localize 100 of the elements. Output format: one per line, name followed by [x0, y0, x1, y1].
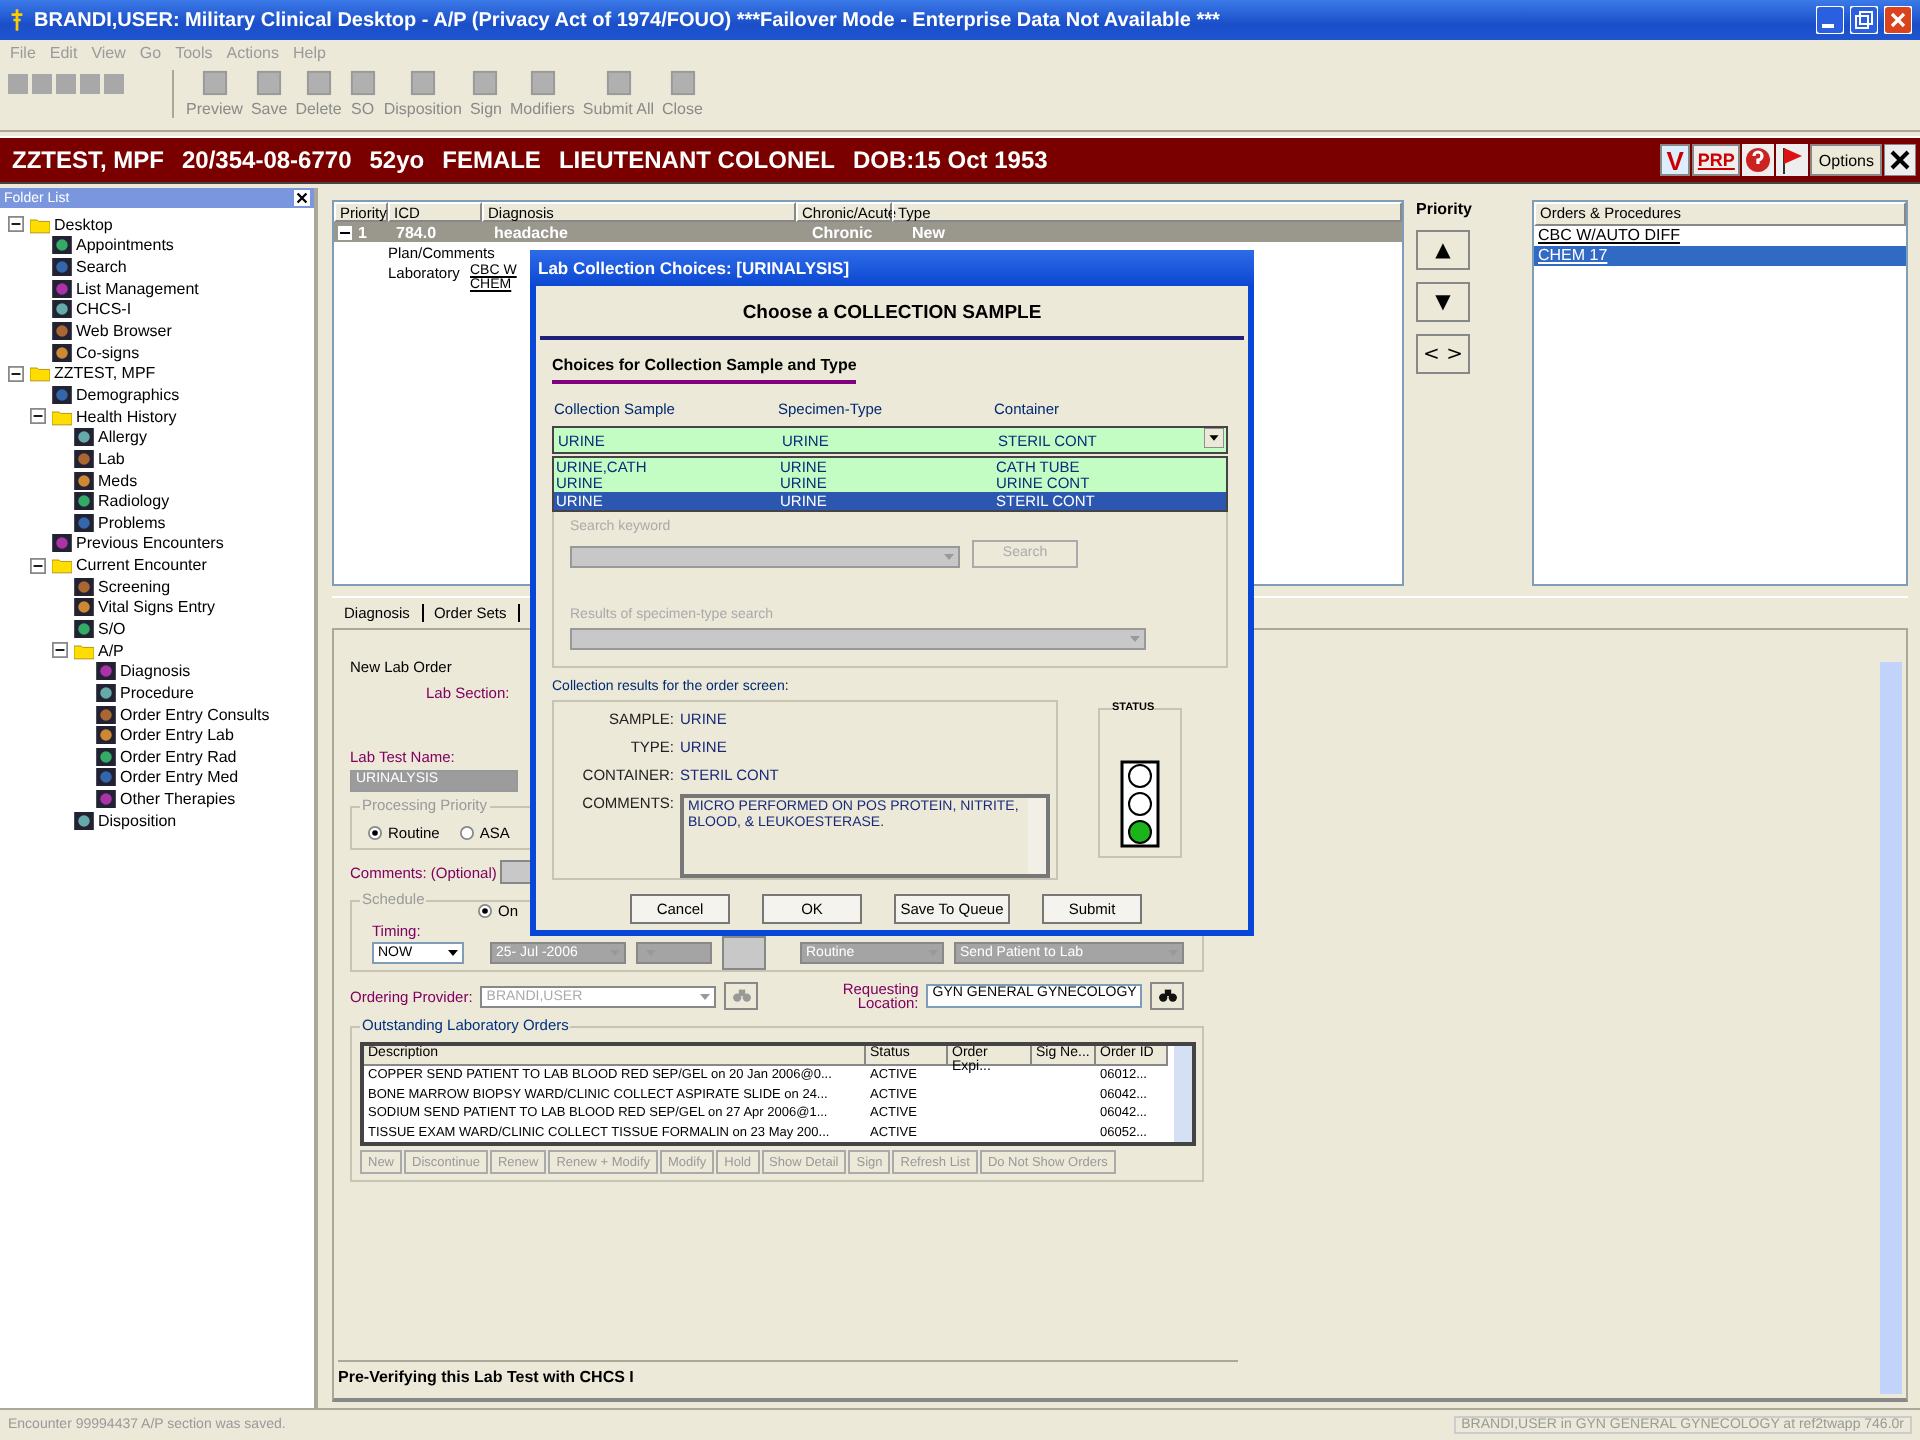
close-icon[interactable]	[294, 190, 310, 206]
thumbnail-icon	[52, 236, 72, 255]
tree-item[interactable]: Order Entry Consults	[120, 705, 270, 724]
dialog-heading: Choose a COLLECTION SAMPLE	[540, 286, 1244, 340]
tree-item[interactable]: S/O	[98, 619, 126, 638]
binoculars-icon	[731, 988, 752, 1004]
thumbnail-icon	[74, 449, 94, 468]
thumbnail-icon	[74, 811, 94, 830]
tree-item[interactable]: Desktop	[54, 215, 113, 234]
thumbnail-icon	[96, 790, 116, 809]
thumbnail-icon	[74, 598, 94, 617]
order-item[interactable]: CHEM 17	[1534, 246, 1906, 266]
thumbnail-icon	[96, 726, 116, 745]
patient-id: 20/354-08-6770	[182, 146, 352, 174]
dropdown-icon	[1204, 428, 1224, 448]
patient-rank: LIEUTENANT COLONEL	[558, 146, 835, 174]
thumbnail-icon	[52, 258, 72, 277]
tree-item[interactable]: Lab	[98, 449, 125, 468]
minimize-button[interactable]	[1816, 6, 1844, 34]
tree-item[interactable]: Disposition	[98, 811, 177, 830]
tree-item[interactable]: CHCS-I	[76, 300, 132, 319]
table-cell-text: New	[910, 223, 947, 241]
priority-button[interactable]: ▲	[1416, 230, 1470, 270]
thumbnail-icon	[96, 683, 116, 702]
restore-button[interactable]	[1850, 6, 1878, 34]
tree-item[interactable]: Current Encounter	[76, 556, 207, 575]
thumbnail-icon	[74, 492, 94, 511]
options-button[interactable]: Options	[1810, 144, 1882, 176]
expander-icon[interactable]	[338, 225, 352, 239]
patient-dob: DOB:15 Oct 1953	[852, 146, 1048, 174]
flag-button[interactable]: V	[1660, 144, 1690, 176]
tree-item[interactable]: Demographics	[76, 385, 180, 404]
thumbnail-icon	[52, 534, 72, 553]
priority-button[interactable]: < >	[1416, 334, 1470, 374]
patient-age: 52yo	[369, 146, 425, 174]
tree-item[interactable]: Allergy	[98, 428, 147, 447]
close-icon[interactable]	[1884, 144, 1916, 176]
tree-item[interactable]: Web Browser	[76, 322, 172, 341]
scroll-bar[interactable]	[1028, 797, 1046, 873]
thumbnail-icon	[52, 343, 72, 362]
thumbnail-icon	[74, 513, 94, 532]
question-icon[interactable]	[1742, 144, 1775, 176]
table-cell-text: headache	[492, 223, 570, 241]
tree-item[interactable]: Previous Encounters	[76, 534, 224, 553]
tree-item[interactable]: Screening	[98, 577, 171, 596]
folder-icon	[30, 215, 50, 234]
priority-button[interactable]: ▼	[1416, 282, 1470, 322]
tree-item[interactable]: Co-signs	[76, 343, 140, 362]
thumbnail-icon	[96, 662, 116, 681]
dialog-title: Lab Collection Choices: [URINALYSIS]	[530, 250, 1254, 286]
expander-icon[interactable]	[8, 216, 24, 233]
traffic-light-drawing	[1120, 759, 1160, 847]
expander-icon[interactable]	[8, 365, 24, 382]
section-title: Choices for Collection Sample and Type	[552, 356, 857, 384]
table-cell-text: Chronic	[810, 223, 875, 241]
tree-item[interactable]: Search	[76, 258, 127, 277]
flag-icon[interactable]	[1776, 144, 1809, 176]
thumbnail-icon	[52, 300, 72, 319]
tree-item[interactable]: Order Entry Rad	[120, 747, 237, 766]
thumbnail-icon	[74, 428, 94, 447]
folder-icon	[52, 556, 72, 575]
scroll-bar[interactable]	[1174, 1046, 1192, 1142]
thumbnail-icon	[74, 577, 94, 596]
tree-item[interactable]: Vital Signs Entry	[98, 598, 216, 617]
tree-item[interactable]: Diagnosis	[120, 662, 191, 681]
flag-button[interactable]: PRP	[1691, 144, 1741, 176]
thumbnail-icon	[74, 619, 94, 638]
expander-icon[interactable]	[30, 557, 46, 574]
duration-field[interactable]	[722, 936, 766, 970]
tree-item[interactable]: ZZTEST, MPF	[54, 364, 156, 383]
tree-item[interactable]: Meds	[98, 471, 138, 489]
binoculars-icon	[1157, 988, 1178, 1004]
tree-item[interactable]: Procedure	[120, 683, 194, 702]
thumbnail-icon	[96, 747, 116, 766]
status-message: Pre-Verifying this Lab Test with CHCS I	[338, 1360, 1238, 1390]
folder-icon	[52, 407, 72, 426]
panel-title: Priority	[1416, 200, 1473, 218]
tree-item[interactable]: Order Entry Med	[120, 768, 239, 787]
tree-item[interactable]: Problems	[98, 513, 166, 532]
search-button[interactable]	[1150, 982, 1185, 1010]
expander-icon[interactable]	[30, 408, 46, 425]
window-title: BRANDI,USER: Military Clinical Desktop - A/P (Privacy Act of 1974/FOUO) ***Failover Mode - Enterprise Data Not Available ***	[34, 9, 1220, 31]
tree-item[interactable]: Order Entry Lab	[120, 726, 234, 745]
patient-name: ZZTEST, MPF	[12, 146, 164, 174]
tree-item[interactable]: Other Therapies	[120, 790, 236, 809]
order-item[interactable]: CBC W/AUTO DIFF	[1534, 226, 1906, 246]
tree-item[interactable]: List Management	[76, 279, 199, 298]
scroll-bar[interactable]	[1880, 662, 1902, 1394]
expander-icon[interactable]	[52, 642, 68, 659]
thumbnail-icon	[96, 768, 116, 787]
thumbnail-icon	[52, 279, 72, 298]
tree-item[interactable]: Health History	[76, 407, 177, 426]
thumbnail-icon	[52, 385, 72, 404]
tree-item[interactable]: Radiology	[98, 492, 170, 511]
tree-item[interactable]: A/P	[98, 641, 124, 660]
table-cell: 1	[358, 223, 367, 241]
tree-item[interactable]: Appointments	[76, 236, 174, 255]
thumbnail-icon	[52, 322, 72, 341]
folder-icon	[74, 641, 94, 660]
close-button[interactable]	[1884, 6, 1912, 34]
